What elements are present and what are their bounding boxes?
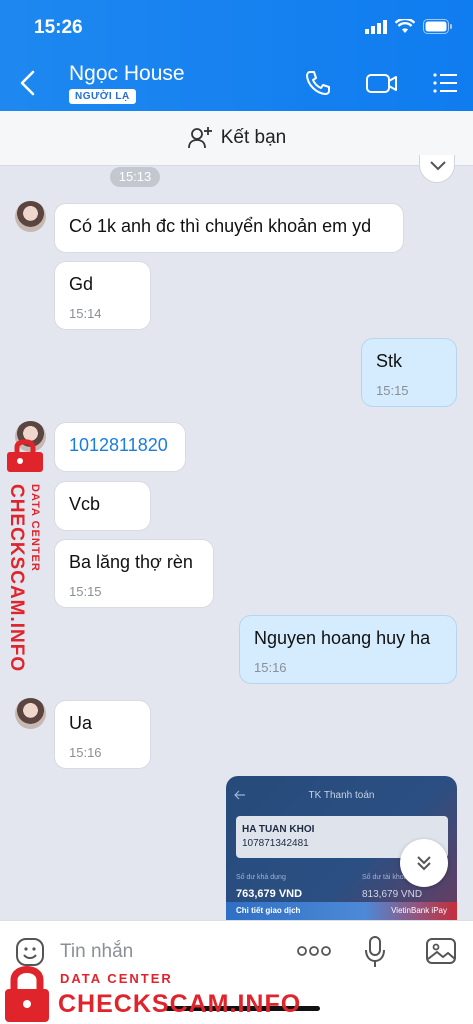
message-bubble[interactable]: 1012811820 <box>54 422 186 472</box>
time-divider: 15:13 <box>110 167 160 187</box>
available-balance: 763,679 VND <box>236 888 303 900</box>
microphone-icon[interactable] <box>364 935 386 969</box>
message-bubble[interactable]: Vcb <box>54 481 151 531</box>
transaction-details-label: Chi tiết giao dịch <box>236 906 301 915</box>
avatar[interactable] <box>15 698 46 729</box>
message-time: 15:16 <box>254 660 287 675</box>
add-friend-icon <box>187 127 212 149</box>
message-bubble[interactable]: Ba lăng thợ rèn 15:15 <box>54 539 214 608</box>
image-gallery-icon[interactable] <box>425 937 457 965</box>
message-text: Vcb <box>69 494 101 514</box>
watermark-side-line1: DATA CENTER <box>29 484 41 572</box>
lock-icon <box>7 439 43 472</box>
scroll-up-button[interactable] <box>419 155 455 183</box>
status-time: 15:26 <box>34 17 83 38</box>
stranger-badge: NGƯỜI LẠ <box>69 89 136 104</box>
avatar[interactable] <box>15 201 46 232</box>
available-balance-label: Số dư khả dụng <box>236 874 286 881</box>
double-chevron-down-icon <box>417 856 431 871</box>
battery-icon <box>423 19 452 34</box>
add-friend-button[interactable]: Kết bạn <box>0 111 473 166</box>
phone-icon[interactable] <box>303 68 333 98</box>
message-bubble[interactable]: Ua 15:16 <box>54 700 151 769</box>
message-text: Gd <box>69 274 94 294</box>
message-time: 15:14 <box>69 306 102 321</box>
my-message-bubble[interactable]: Nguyen hoang huy ha 15:16 <box>239 615 457 684</box>
message-text: Ua <box>69 713 93 733</box>
status-icons <box>365 19 453 34</box>
scroll-to-bottom-button[interactable] <box>400 839 448 887</box>
message-bubble[interactable]: Có 1k anh đc thì chuyển khoản em yd <box>54 203 404 253</box>
account-number: 107871342481 <box>242 838 309 849</box>
message-input[interactable]: Tin nhắn <box>60 941 133 963</box>
my-message-bubble[interactable]: Stk 15:15 <box>361 338 457 407</box>
watermark-bottom-line2: CHECKSCAM.INFO <box>58 990 302 1018</box>
menu-icon[interactable] <box>430 68 460 98</box>
message-time: 15:16 <box>69 745 102 760</box>
contact-name[interactable]: Ngọc House <box>69 62 185 86</box>
back-icon[interactable] <box>18 70 38 96</box>
image-title: TK Thanh toán <box>308 790 375 801</box>
message-text: Ba lăng thợ rèn <box>69 552 193 572</box>
account-balance: 813,679 VND <box>362 889 423 900</box>
wifi-icon <box>395 19 415 33</box>
message-text: Stk <box>376 351 403 371</box>
message-time: 15:15 <box>376 383 409 398</box>
message-time: 15:15 <box>69 584 102 599</box>
watermark-side-line2: CHECKSCAM.INFO <box>6 484 27 673</box>
image-bottom-bar: Chi tiết giao dịch VietinBank iPay <box>226 902 457 920</box>
message-text: Có 1k anh đc thì chuyển khoản em yd <box>69 216 372 236</box>
message-bubble[interactable]: Gd 15:14 <box>54 261 151 330</box>
more-options-icon[interactable] <box>296 944 332 958</box>
account-name: HA TUAN KHOI <box>242 824 315 835</box>
message-text: Nguyen hoang huy ha <box>254 628 431 648</box>
chevron-down-icon <box>430 161 446 171</box>
chat-header: 15:26 Ngọc House NGƯỜI LẠ <box>0 0 473 111</box>
signal-icon <box>365 19 387 34</box>
lock-icon <box>5 966 49 1022</box>
add-friend-label: Kết bạn <box>220 127 287 148</box>
bank-logo-text: VietinBank iPay <box>391 906 447 915</box>
watermark-bottom-line1: DATA CENTER <box>60 971 173 986</box>
account-number-link[interactable]: 1012811820 <box>69 435 168 455</box>
video-call-icon[interactable] <box>365 68 399 98</box>
